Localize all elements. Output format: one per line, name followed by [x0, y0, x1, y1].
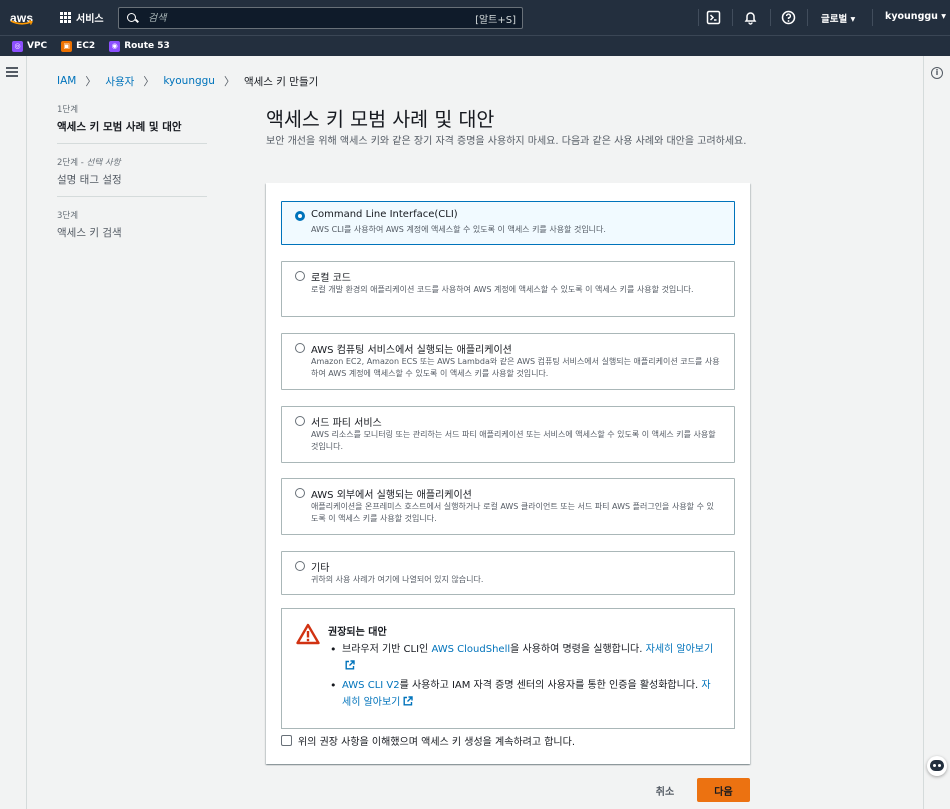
vpc-icon: ◎: [12, 40, 23, 52]
acknowledge-checkbox[interactable]: [281, 735, 292, 746]
favorite-label: VPC: [27, 41, 48, 51]
step-optional: 선택 사항: [86, 158, 121, 168]
ec2-icon: ▣: [61, 40, 73, 52]
step-1: 1단계 액세스 키 모범 사례 및 대안: [57, 103, 207, 144]
option-description: AWS CLI를 사용하여 AWS 계정에 액세스할 수 있도록 이 액세스 키…: [311, 225, 606, 234]
cancel-button[interactable]: 취소: [646, 778, 684, 802]
breadcrumb: IAM 〉 사용자 〉 kyounggu 〉 액세스 키 만들기: [57, 73, 318, 89]
chat-assistant-icon[interactable]: [927, 756, 947, 776]
page-description: 보안 개선을 위해 액세스 키와 같은 장기 자격 증명을 사용하지 마세요. …: [266, 136, 747, 147]
radio-button[interactable]: [295, 211, 305, 221]
warning-icon: [296, 623, 320, 645]
recommended-alternatives-alert: 권장되는 대안 브라우저 기반 CLI인 AWS CloudShell을 사용하…: [281, 608, 735, 729]
page-title: 액세스 키 모범 사례 및 대안: [266, 108, 495, 131]
external-link-icon: [403, 696, 414, 706]
option-cli[interactable]: Command Line Interface(CLI) AWS CLI를 사용하…: [281, 201, 735, 245]
favorite-route53[interactable]: ◉ Route 53: [109, 40, 170, 52]
favorite-label: EC2: [76, 41, 96, 51]
search-shortcut-hint: [알트+S]: [475, 14, 516, 26]
services-menu-button[interactable]: 서비스: [60, 10, 104, 25]
step-label: 액세스 키 검색: [57, 227, 122, 239]
step-number: 1단계: [57, 105, 79, 115]
option-title: AWS 외부에서 실행되는 애플리케이션: [311, 490, 472, 501]
option-description: 귀하의 사용 사례가 여기에 나열되어 있지 않습니다.: [311, 575, 484, 584]
radio-button[interactable]: [295, 561, 305, 571]
acknowledge-checkbox-row[interactable]: 위의 권장 사항을 이해했으며 액세스 키 생성을 계속하려고 합니다.: [281, 733, 575, 748]
step-number: 3단계: [57, 211, 79, 221]
alert-list: 브라우저 기반 CLI인 AWS CloudShell을 사용하여 명령을 실행…: [328, 641, 718, 713]
option-title: 기타: [311, 563, 330, 574]
radio-button[interactable]: [295, 416, 305, 426]
search-input[interactable]: [148, 12, 448, 24]
aws-logo[interactable]: aws: [10, 7, 36, 29]
wizard-steps: 1단계 액세스 키 모범 사례 및 대안 2단계 - 선택 사항 설명 태그 설…: [57, 103, 207, 261]
option-description: AWS 리소스를 모니터링 또는 관리하는 서드 파티 애플리케이션 또는 서비…: [311, 430, 716, 451]
breadcrumb-user[interactable]: kyounggu: [163, 75, 215, 87]
cli-v2-link[interactable]: AWS CLI V2: [342, 680, 400, 691]
radio-button[interactable]: [295, 271, 305, 281]
option-third-party[interactable]: 서드 파티 서비스 AWS 리소스를 모니터링 또는 관리하는 서드 파티 애플…: [281, 406, 735, 463]
account-menu[interactable]: kyounggu ▾: [885, 11, 946, 22]
alert-item: 브라우저 기반 CLI인 AWS CloudShell을 사용하여 명령을 실행…: [328, 641, 718, 675]
favorites-bar: ◎ VPC ▣ EC2 ◉ Route 53: [0, 35, 950, 56]
option-aws-compute[interactable]: AWS 컴퓨팅 서비스에서 실행되는 애플리케이션 Amazon EC2, Am…: [281, 333, 735, 390]
option-other[interactable]: 기타 귀하의 사용 사례가 여기에 나열되어 있지 않습니다.: [281, 551, 735, 595]
option-title: 서드 파티 서비스: [311, 418, 382, 429]
chevron-right-icon: 〉: [143, 75, 155, 88]
option-description: Amazon EC2, Amazon ECS 또는 AWS Lambda와 같은…: [311, 357, 720, 378]
favorite-label: Route 53: [124, 41, 170, 51]
option-title: AWS 컴퓨팅 서비스에서 실행되는 애플리케이션: [311, 345, 512, 356]
grid-icon: [60, 12, 71, 23]
chevron-right-icon: 〉: [85, 75, 97, 88]
next-button[interactable]: 다음: [697, 778, 750, 802]
radio-button[interactable]: [295, 488, 305, 498]
step-number: 2단계 - 선택 사항: [57, 158, 121, 168]
info-icon[interactable]: i: [931, 67, 943, 79]
cloudshell-link[interactable]: AWS CloudShell: [431, 644, 510, 655]
favorite-ec2[interactable]: ▣ EC2: [61, 40, 96, 52]
services-label: 서비스: [76, 14, 104, 25]
hamburger-menu-icon[interactable]: [6, 67, 18, 77]
option-local-code[interactable]: 로컬 코드 로컬 개발 환경의 애플리케이션 코드를 사용하여 AWS 계정에 …: [281, 261, 735, 317]
region-selector[interactable]: 글로벌 ▾: [821, 11, 855, 25]
breadcrumb-iam[interactable]: IAM: [57, 75, 76, 87]
option-title: Command Line Interface(CLI): [311, 209, 458, 220]
bell-icon[interactable]: [743, 10, 758, 25]
top-navigation: aws 서비스 [알트+S] 글로벌 ▾ kyounggu ▾: [0, 0, 950, 35]
external-link-icon: [345, 660, 355, 670]
right-rail-divider: [923, 56, 924, 809]
radio-button[interactable]: [295, 343, 305, 353]
step-label: 설명 태그 설정: [57, 174, 122, 186]
alert-item: AWS CLI V2를 사용하고 IAM 자격 증명 센터의 사용자를 통한 인…: [328, 677, 718, 711]
step-2: 2단계 - 선택 사항 설명 태그 설정: [57, 156, 207, 197]
cloudshell-icon[interactable]: [706, 10, 721, 25]
search-bar[interactable]: [알트+S]: [118, 7, 523, 29]
option-title: 로컬 코드: [311, 273, 351, 284]
step-3: 3단계 액세스 키 검색: [57, 209, 207, 249]
search-icon: [127, 12, 138, 24]
step-label: 액세스 키 모범 사례 및 대안: [57, 121, 182, 133]
chevron-right-icon: 〉: [223, 75, 235, 88]
alert-title: 권장되는 대안: [328, 627, 387, 638]
option-outside-aws[interactable]: AWS 외부에서 실행되는 애플리케이션 애플리케이션을 온프레미스 호스트에서…: [281, 478, 735, 535]
option-description: 로컬 개발 환경의 애플리케이션 코드를 사용하여 AWS 계정에 액세스할 수…: [311, 285, 694, 294]
favorite-vpc[interactable]: ◎ VPC: [12, 40, 48, 52]
left-rail-divider: [26, 56, 27, 809]
acknowledge-label: 위의 권장 사항을 이해했으며 액세스 키 생성을 계속하려고 합니다.: [298, 737, 576, 748]
breadcrumb-users[interactable]: 사용자: [105, 74, 134, 89]
route53-icon: ◉: [109, 40, 121, 52]
aws-smile-icon: [10, 20, 33, 25]
breadcrumb-current: 액세스 키 만들기: [243, 75, 319, 88]
option-description: 애플리케이션을 온프레미스 호스트에서 실행하거나 로컬 AWS 클라이언트 또…: [311, 502, 714, 523]
help-icon[interactable]: [781, 10, 796, 25]
